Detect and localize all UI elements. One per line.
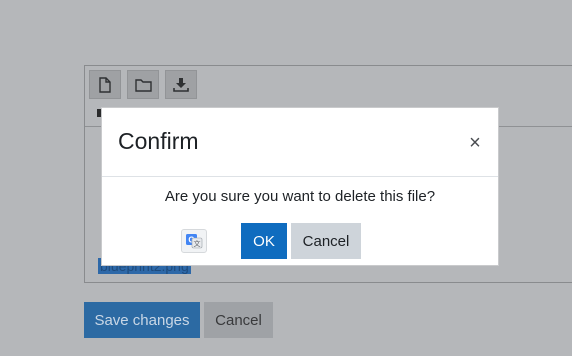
dialog-message: Are you sure you want to delete this fil…: [164, 188, 436, 205]
translate-glyph-icon: G 文: [186, 234, 203, 249]
dialog-title: Confirm: [118, 128, 199, 154]
dialog-header: Confirm ×: [102, 108, 498, 177]
svg-text:文: 文: [194, 239, 201, 248]
form-cancel-button[interactable]: Cancel: [204, 302, 273, 338]
confirm-dialog: Confirm × Are you sure you want to delet…: [101, 107, 499, 266]
save-changes-button[interactable]: Save changes: [84, 302, 200, 338]
close-icon[interactable]: ×: [466, 133, 484, 153]
add-file-button[interactable]: [89, 70, 121, 99]
create-folder-button[interactable]: [127, 70, 159, 99]
download-icon: [173, 78, 189, 92]
cancel-button[interactable]: Cancel: [291, 223, 361, 259]
download-all-button[interactable]: [165, 70, 197, 99]
folder-icon: [134, 78, 152, 92]
ok-button[interactable]: OK: [241, 223, 287, 259]
file-manager-toolbar: [89, 70, 197, 99]
google-translate-icon[interactable]: G 文: [181, 229, 207, 253]
file-icon: [99, 76, 111, 93]
